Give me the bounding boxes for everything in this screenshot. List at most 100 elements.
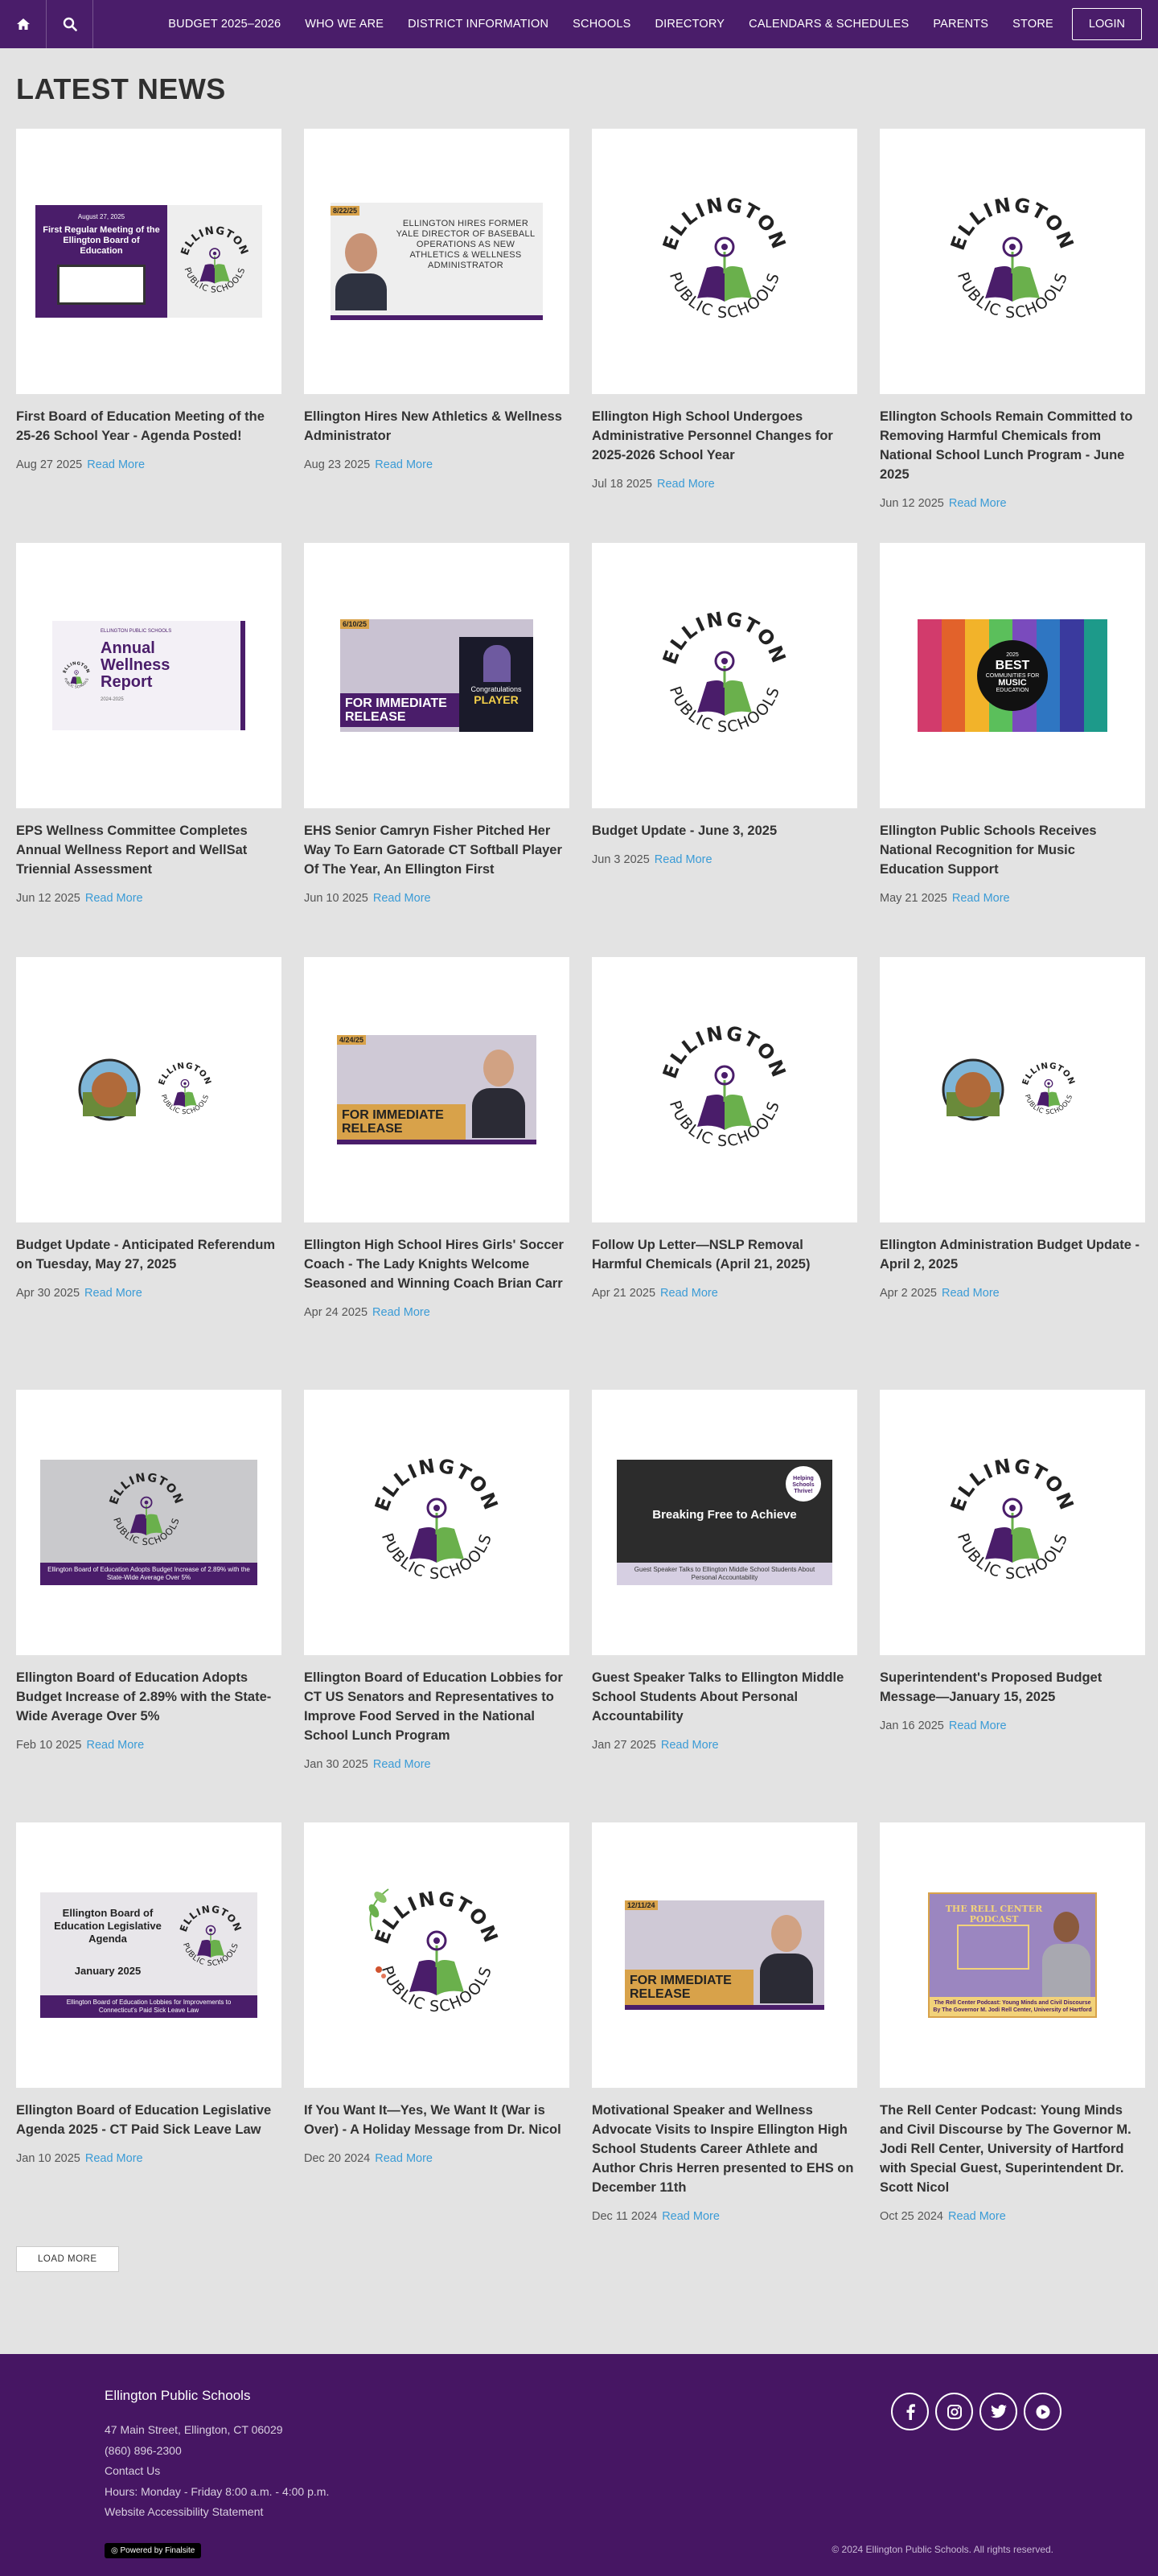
read-more-link[interactable]: Read More [657, 478, 715, 491]
news-card[interactable]: ELLINGTON PUBLIC SCHOOLS Ellington Board… [304, 1390, 569, 1822]
read-more-link[interactable]: Read More [84, 1287, 142, 1300]
news-card[interactable]: Helping Schools Thrive! Breaking Free to… [592, 1390, 857, 1822]
news-card[interactable]: ELLINGTON PUBLIC SCHOOLS ELLINGTON PUBLI… [16, 543, 281, 957]
nav-schools[interactable]: SCHOOLS [573, 18, 630, 31]
read-more-link[interactable]: Read More [373, 1758, 431, 1771]
news-card[interactable]: ELLINGTON PUBLIC SCHOOLS Follow Up Lette… [592, 957, 857, 1390]
news-thumbnail[interactable]: ELLINGTON PUBLIC SCHOOLS [592, 129, 857, 394]
news-card[interactable]: ELLINGTON PUBLIC SCHOOLS If You Want It—… [304, 1822, 569, 2237]
twitter-icon[interactable] [979, 2393, 1017, 2430]
news-title[interactable]: Budget Update - Anticipated Referendum o… [16, 1235, 281, 1274]
news-thumbnail[interactable]: 6/10/25 Congratulations PLAYER FOR IMMEDI… [304, 543, 569, 808]
news-thumbnail[interactable]: August 27, 2025 First Regular Meeting of… [16, 129, 281, 394]
news-title[interactable]: Follow Up Letter—NSLP Removal Harmful Ch… [592, 1235, 857, 1274]
news-title[interactable]: Ellington Board of Education Legislative… [16, 2101, 281, 2139]
news-title[interactable]: Ellington High School Undergoes Administ… [592, 407, 857, 465]
news-card[interactable]: ELLINGTON PUBLIC SCHOOLS Ellington Admin… [880, 957, 1145, 1390]
news-title[interactable]: Ellington High School Hires Girls' Socce… [304, 1235, 569, 1293]
news-title[interactable]: Ellington Board of Education Adopts Budg… [16, 1668, 281, 1726]
read-more-link[interactable]: Read More [373, 892, 431, 905]
news-card[interactable]: 2025 BEST COMMUNITIES FOR MUSIC EDUCATION El… [880, 543, 1145, 957]
news-title[interactable]: Ellington Public Schools Receives Nation… [880, 821, 1145, 879]
powered-by-badge[interactable]: ◎ Powered by Finalsite [105, 2543, 202, 2558]
news-thumbnail[interactable]: 4/24/25 FOR IMMEDIATE RELEASE [304, 957, 569, 1222]
news-thumbnail[interactable]: ELLINGTON PUBLIC SCHOOLS [880, 957, 1145, 1222]
news-title[interactable]: Ellington Schools Remain Committed to Re… [880, 407, 1145, 484]
read-more-link[interactable]: Read More [86, 1739, 144, 1752]
news-card[interactable]: ELLINGTON PUBLIC SCHOOLS Budget Update -… [16, 957, 281, 1390]
news-title[interactable]: Ellington Hires New Athletics & Wellness… [304, 407, 569, 446]
nav-who-we-are[interactable]: WHO WE ARE [305, 18, 384, 31]
read-more-link[interactable]: Read More [87, 458, 145, 471]
nav-store[interactable]: STORE [1012, 18, 1053, 31]
news-thumbnail[interactable]: 8/22/25 ELLINGTON HIRES FORMER YALE DIRE… [304, 129, 569, 394]
news-thumbnail[interactable]: Helping Schools Thrive! Breaking Free to… [592, 1390, 857, 1655]
nav-district-information[interactable]: DISTRICT INFORMATION [408, 18, 548, 31]
nav-parents[interactable]: PARENTS [933, 18, 988, 31]
news-card[interactable]: 4/24/25 FOR IMMEDIATE RELEASE Ellington … [304, 957, 569, 1390]
news-thumbnail[interactable]: ELLINGTON PUBLIC SCHOOLS [304, 1822, 569, 2088]
read-more-link[interactable]: Read More [952, 892, 1010, 905]
news-thumbnail[interactable]: ELLINGTON PUBLIC SCHOOLS Ellington Board… [16, 1390, 281, 1655]
load-more-button[interactable]: LOAD MORE [16, 2246, 119, 2272]
news-title[interactable]: EHS Senior Camryn Fisher Pitched Her Way… [304, 821, 569, 879]
news-title[interactable]: Motivational Speaker and Wellness Advoca… [592, 2101, 857, 2197]
news-thumbnail[interactable]: Ellington Board of Education Legislative… [16, 1822, 281, 2088]
news-card[interactable]: ELLINGTON PUBLIC SCHOOLS Ellington Schoo… [880, 129, 1145, 543]
read-more-link[interactable]: Read More [655, 853, 712, 866]
read-more-link[interactable]: Read More [942, 1287, 1000, 1300]
news-thumbnail[interactable]: ELLINGTON PUBLIC SCHOOLS [880, 1390, 1145, 1655]
nav-calendars[interactable]: CALENDARS & SCHEDULES [749, 18, 909, 31]
nav-directory[interactable]: DIRECTORY [655, 18, 725, 31]
facebook-icon[interactable] [891, 2393, 929, 2430]
news-title[interactable]: Ellington Administration Budget Update -… [880, 1235, 1145, 1274]
news-card[interactable]: Ellington Board of Education Legislative… [16, 1822, 281, 2237]
login-button[interactable]: LOGIN [1071, 8, 1142, 40]
read-more-link[interactable]: Read More [661, 1739, 719, 1752]
news-thumbnail[interactable]: 2025 BEST COMMUNITIES FOR MUSIC EDUCATION [880, 543, 1145, 808]
news-title[interactable]: Ellington Board of Education Lobbies for… [304, 1668, 569, 1745]
footer-contact-link[interactable]: Contact Us [105, 2461, 329, 2482]
news-card[interactable]: 8/22/25 ELLINGTON HIRES FORMER YALE DIRE… [304, 129, 569, 543]
read-more-link[interactable]: Read More [660, 1287, 718, 1300]
news-thumbnail[interactable]: ELLINGTON PUBLIC SCHOOLS [592, 543, 857, 808]
news-card[interactable]: ELLINGTON PUBLIC SCHOOLS Superintendent'… [880, 1390, 1145, 1822]
news-title[interactable]: The Rell Center Podcast: Young Minds and… [880, 2101, 1145, 2197]
footer-accessibility-link[interactable]: Website Accessibility Statement [105, 2502, 329, 2523]
news-card[interactable]: August 27, 2025 First Regular Meeting of… [16, 129, 281, 543]
nav-budget[interactable]: BUDGET 2025–2026 [168, 18, 281, 31]
news-thumbnail[interactable]: THE RELL CENTER PODCAST The Rell Center … [880, 1822, 1145, 2088]
news-title[interactable]: Guest Speaker Talks to Ellington Middle … [592, 1668, 857, 1726]
read-more-link[interactable]: Read More [85, 2152, 143, 2165]
news-thumbnail[interactable]: ELLINGTON PUBLIC SCHOOLS ELLINGTON PUBLI… [16, 543, 281, 808]
news-card[interactable]: 6/10/25 Congratulations PLAYER FOR IMMEDI… [304, 543, 569, 957]
news-title[interactable]: If You Want It—Yes, We Want It (War is O… [304, 2101, 569, 2139]
news-title[interactable]: First Board of Education Meeting of the … [16, 407, 281, 446]
news-thumbnail[interactable]: ELLINGTON PUBLIC SCHOOLS [592, 957, 857, 1222]
news-card[interactable]: ELLINGTON PUBLIC SCHOOLS Budget Update -… [592, 543, 857, 957]
search-button[interactable] [47, 0, 93, 48]
read-more-link[interactable]: Read More [372, 1306, 430, 1319]
news-card[interactable]: 12/11/24 FOR IMMEDIATE RELEASE Motivatio… [592, 1822, 857, 2237]
read-more-link[interactable]: Read More [662, 2210, 720, 2223]
news-card[interactable]: ELLINGTON PUBLIC SCHOOLS Ellington Board… [16, 1390, 281, 1822]
instagram-icon[interactable] [935, 2393, 973, 2430]
read-more-link[interactable]: Read More [948, 2210, 1006, 2223]
read-more-link[interactable]: Read More [375, 2152, 433, 2165]
news-thumbnail[interactable]: ELLINGTON PUBLIC SCHOOLS [304, 1390, 569, 1655]
news-thumbnail[interactable]: ELLINGTON PUBLIC SCHOOLS [880, 129, 1145, 394]
read-more-link[interactable]: Read More [949, 1719, 1007, 1732]
read-more-link[interactable]: Read More [85, 892, 143, 905]
news-thumbnail[interactable]: ELLINGTON PUBLIC SCHOOLS [16, 957, 281, 1222]
read-more-link[interactable]: Read More [949, 497, 1007, 510]
news-thumbnail[interactable]: 12/11/24 FOR IMMEDIATE RELEASE [592, 1822, 857, 2088]
news-title[interactable]: Superintendent's Proposed Budget Message… [880, 1668, 1145, 1707]
news-title[interactable]: EPS Wellness Committee Completes Annual … [16, 821, 281, 879]
youtube-icon[interactable] [1024, 2393, 1062, 2430]
home-button[interactable] [0, 0, 47, 48]
news-title[interactable]: Budget Update - June 3, 2025 [592, 821, 857, 840]
news-card[interactable]: ELLINGTON PUBLIC SCHOOLS Ellington High … [592, 129, 857, 543]
footer-phone[interactable]: (860) 896-2300 [105, 2441, 329, 2462]
news-card[interactable]: THE RELL CENTER PODCAST The Rell Center … [880, 1822, 1145, 2237]
read-more-link[interactable]: Read More [375, 458, 433, 471]
